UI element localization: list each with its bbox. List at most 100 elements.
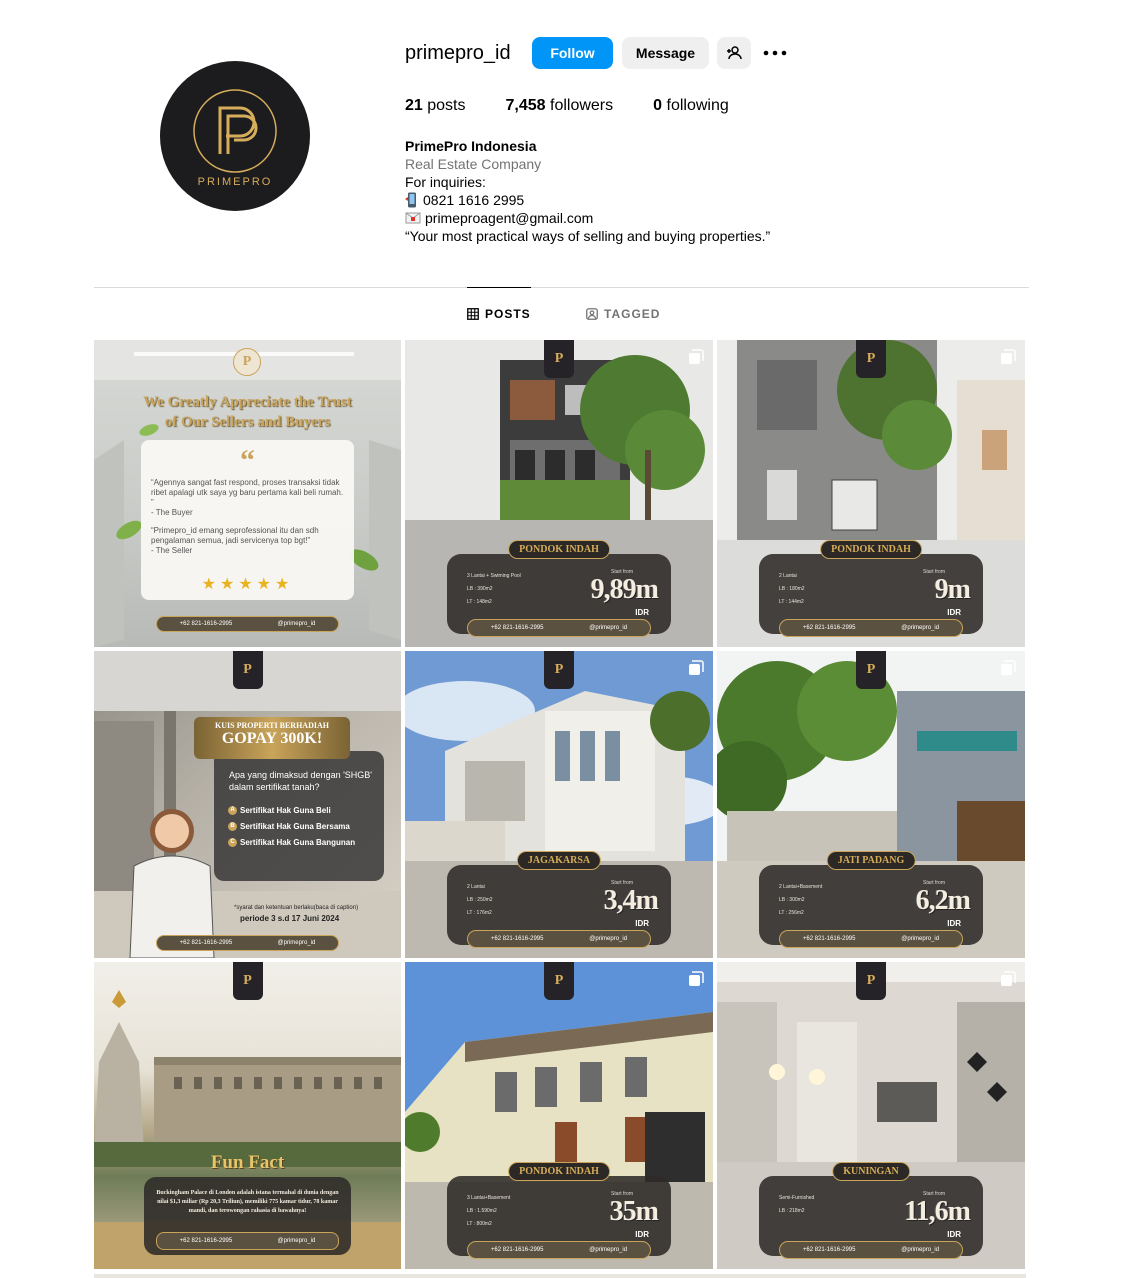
followers-count: 7,458 <box>505 97 546 114</box>
post-house-kuningan[interactable]: P KUNINGAN Semi-Furnished LB : 218m2 Sta… <box>717 962 1025 1269</box>
profile-full-name: PrimePro Indonesia <box>405 138 537 154</box>
message-button[interactable]: Message <box>622 37 709 69</box>
instagram-contact: @primepro_id <box>277 1238 316 1244</box>
tabs-divider <box>94 287 1029 288</box>
option-key: B <box>228 822 237 831</box>
posts-count: 21 <box>405 97 423 114</box>
post-logo: P <box>544 962 574 1000</box>
listing-price: 9,89m <box>590 574 659 605</box>
more-options-button[interactable] <box>762 42 788 64</box>
tagged-icon <box>586 308 598 320</box>
post-house-pondok-indah-1[interactable]: P PONDOK INDAH 3 Lantai + Swiming Pool L… <box>405 340 713 647</box>
whatsapp-contact: +62 821-1616-2995 <box>490 1247 544 1253</box>
testimonial-heading-line1: We Greatly Appreciate the Trust <box>143 394 352 410</box>
quiz-option-a: A Sertifikat Hak Guna Beli <box>228 806 331 815</box>
multi-post-icon <box>689 971 704 986</box>
post-quiz[interactable]: P KUIS PROPERTI BERHADIAH GOPAY 300K! Ap… <box>94 651 401 958</box>
followers-stat[interactable]: 7,458 followers <box>506 97 614 115</box>
option-text: Sertifikat Hak Guna Beli <box>240 806 331 815</box>
listing-location: PONDOK INDAH <box>820 540 922 559</box>
posts-stat: 21 posts <box>405 97 466 115</box>
spec-land-area: LT : 176m2 <box>467 910 492 916</box>
post-house-pondok-indah-2[interactable]: P PONDOK INDAH 2 Lantai LB : 180m2 LT : … <box>717 340 1025 647</box>
post-logo: P <box>856 340 886 378</box>
instagram-contact: @primepro_id <box>901 625 940 631</box>
avatar-brand-text: PRIMEPRO <box>197 176 273 188</box>
suggested-users-button[interactable] <box>717 37 751 69</box>
post-contact-bar: +62 821-1616-2995 @primepro_id <box>779 1241 963 1259</box>
listing-specs: 2 Lantai+Basement LB : 300m2 LT : 256m2 <box>779 881 899 920</box>
testimonial-author-seller: - The Seller <box>151 546 193 555</box>
post-contact-bar: +62 821-1616-2995 @primepro_id <box>156 616 339 632</box>
price-currency: IDR <box>947 919 961 928</box>
quiz-option-b: B Sertifikat Hak Guna Bersama <box>228 822 350 831</box>
profile-avatar[interactable]: PRIMEPRO <box>160 61 310 211</box>
tab-posts[interactable]: POSTS <box>467 287 531 339</box>
bio-tagline: “Your most practical ways of selling and… <box>405 228 771 244</box>
posts-label: posts <box>427 97 466 114</box>
price-currency: IDR <box>947 608 961 617</box>
post-contact-bar: +62 821-1616-2995 @primepro_id <box>467 930 651 948</box>
multi-post-icon <box>1001 660 1016 675</box>
listing-specs: 2 Lantai LB : 180m2 LT : 144m2 <box>779 570 899 609</box>
more-icon <box>763 50 787 56</box>
bio-inquiries: For inquiries: <box>405 174 486 190</box>
instagram-contact: @primepro_id <box>589 625 628 631</box>
spec-floors: 3 Lantai+Basement <box>467 1195 511 1201</box>
post-testimonial[interactable]: P We Greatly Appreciate the Trust of Our… <box>94 340 401 647</box>
following-count: 0 <box>653 97 663 114</box>
testimonial-author-buyer: - The Buyer <box>151 508 193 517</box>
post-house-pondok-indah-3[interactable]: P PONDOK INDAH 3 Lantai+Basement LB : 1.… <box>405 962 713 1269</box>
quote-mark-icon: “ <box>240 444 255 477</box>
option-text: Sertifikat Hak Guna Bersama <box>240 822 350 831</box>
listing-specs: Semi-Furnished LB : 218m2 <box>779 1192 899 1218</box>
post-house-jati-padang[interactable]: P JATI PADANG 2 Lantai+Basement LB : 300… <box>717 651 1025 958</box>
multi-post-icon <box>689 660 704 675</box>
quiz-badge-small: KUIS PROPERTI BERHADIAH <box>215 721 329 730</box>
multi-post-icon <box>1001 971 1016 986</box>
testimonial-quote-seller: “Primepro_id emang seprofessional itu da… <box>151 526 319 545</box>
mail-icon <box>405 212 421 224</box>
post-logo: P <box>233 348 261 376</box>
primepro-logo-icon <box>193 89 277 173</box>
listing-specs: 2 Lantai LB : 250m2 LT : 176m2 <box>467 881 587 920</box>
tab-tagged[interactable]: TAGGED <box>586 288 660 340</box>
price-currency: IDR <box>635 1230 649 1239</box>
post-contact-bar: +62 821-1616-2995 @primepro_id <box>467 619 651 637</box>
follow-button[interactable]: Follow <box>532 37 613 69</box>
profile-stats: 21 posts 7,458 followers 0 following <box>405 97 769 115</box>
price-currency: IDR <box>635 608 649 617</box>
testimonial-heading: We Greatly Appreciate the Trust of Our S… <box>94 392 401 432</box>
post-contact-bar: +62 821-1616-2995 @primepro_id <box>156 935 339 951</box>
spec-land-area: LT : 800m2 <box>467 1221 492 1227</box>
instagram-contact: @primepro_id <box>901 936 940 942</box>
post-fun-fact[interactable]: P Fun Fact Buckingham Palace di London a… <box>94 962 401 1269</box>
listing-price: 9m <box>934 574 971 605</box>
instagram-contact: @primepro_id <box>589 1247 628 1253</box>
spec-building-area: LB : 390m2 <box>467 586 493 592</box>
grid-icon <box>467 307 479 320</box>
listing-location: JATI PADANG <box>826 851 916 870</box>
listing-price: 11,6m <box>904 1196 971 1227</box>
whatsapp-contact: +62 821-1616-2995 <box>179 1238 233 1244</box>
bio-email-text[interactable]: primeproagent@gmail.com <box>425 209 593 227</box>
post-house-jagakarsa[interactable]: P JAGAKARSA 2 Lantai LB : 250m2 LT : 176… <box>405 651 713 958</box>
spec-building-area: LB : 250m2 <box>467 897 493 903</box>
listing-location: JAGAKARSA <box>516 851 602 870</box>
spec-building-area: LB : 300m2 <box>779 897 805 903</box>
multi-post-icon <box>689 349 704 364</box>
whatsapp-contact: +62 821-1616-2995 <box>490 936 544 942</box>
whatsapp-contact: +62 821-1616-2995 <box>802 625 856 631</box>
listing-location: KUNINGAN <box>832 1162 910 1181</box>
spec-furnishing: Semi-Furnished <box>779 1195 815 1201</box>
whatsapp-contact: +62 821-1616-2995 <box>179 621 233 627</box>
phone-icon <box>405 192 416 208</box>
following-stat[interactable]: 0 following <box>653 97 729 115</box>
instagram-contact: @primepro_id <box>901 1247 940 1253</box>
price-currency: IDR <box>635 919 649 928</box>
spec-building-area: LB : 218m2 <box>779 1208 805 1214</box>
fun-fact-title: Fun Fact <box>210 1152 285 1173</box>
profile-username: primepro_id <box>405 42 511 64</box>
tab-posts-label: POSTS <box>485 306 531 321</box>
bio-phone-row: 0821 1616 2995 <box>405 191 770 209</box>
